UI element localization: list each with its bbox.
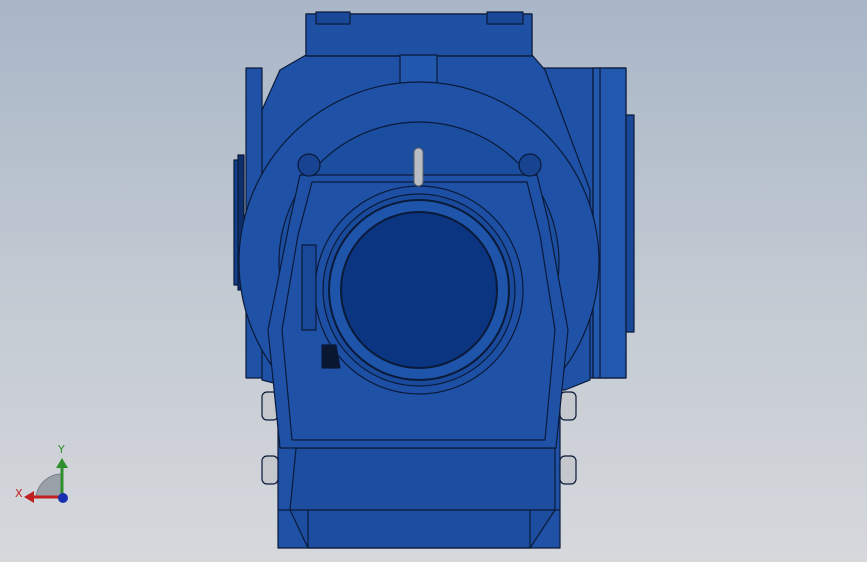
triad-y-label: Y	[58, 443, 65, 456]
graphics-viewport[interactable]: Y X	[0, 0, 867, 562]
right-motor-cap	[592, 67, 627, 379]
coordinate-triad-icon	[24, 458, 68, 503]
top-bolt-left	[315, 11, 351, 25]
top-bolt-right	[486, 11, 524, 25]
lower-front-block	[289, 447, 556, 549]
stud-left-lower	[261, 455, 279, 485]
lifting-pin	[413, 147, 424, 187]
side-fitting-left	[301, 244, 317, 331]
stud-right-lower	[559, 455, 577, 485]
stud-right-upper	[559, 391, 577, 421]
right-motor-end-plate	[625, 114, 635, 333]
bolt-hole-left	[297, 153, 321, 177]
gear-motor-model[interactable]	[0, 0, 867, 562]
triad-x-label: X	[15, 487, 23, 500]
output-bore	[340, 211, 498, 369]
bolt-hole-right	[518, 153, 542, 177]
